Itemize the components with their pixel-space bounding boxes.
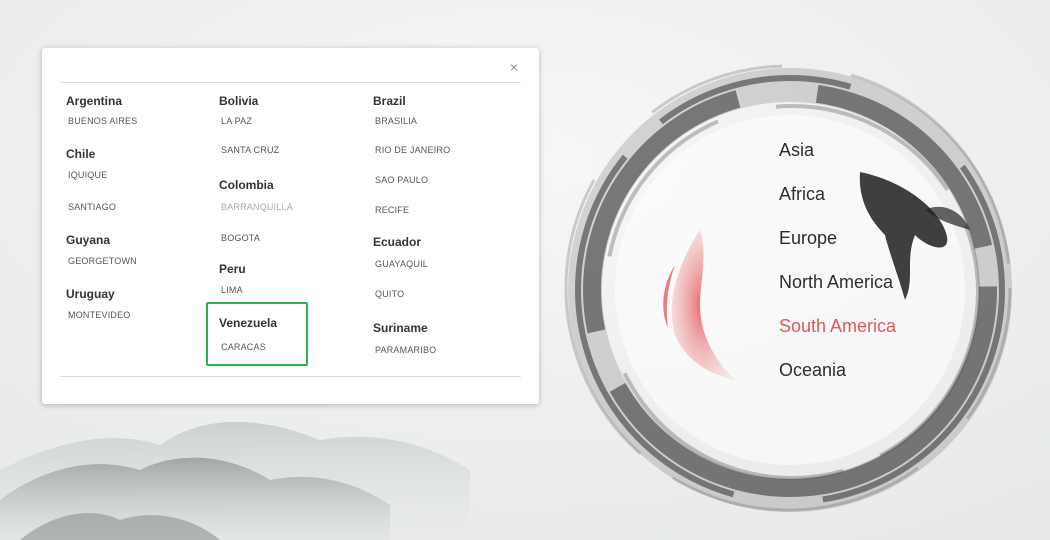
country-ecuador: Ecuador <box>373 235 422 249</box>
city-quito[interactable]: QUITO <box>375 289 404 299</box>
country-chile: Chile <box>66 147 96 161</box>
city-buenos-aires[interactable]: BUENOS AIRES <box>68 116 137 126</box>
country-suriname: Suriname <box>373 321 428 335</box>
city-caracas[interactable]: CARACAS <box>221 342 266 352</box>
selected-city-highlight <box>206 302 308 366</box>
close-button[interactable]: × <box>507 60 521 74</box>
country-uruguay: Uruguay <box>66 287 115 301</box>
country-peru: Peru <box>219 262 246 276</box>
divider <box>60 82 521 83</box>
continent-africa[interactable]: Africa <box>779 184 825 205</box>
city-georgetown[interactable]: GEORGETOWN <box>68 256 137 266</box>
continent-asia[interactable]: Asia <box>779 140 814 161</box>
country-guyana: Guyana <box>66 233 111 247</box>
city-bogota[interactable]: BOGOTA <box>221 233 260 243</box>
continent-north-america[interactable]: North America <box>779 272 893 293</box>
country-colombia: Colombia <box>219 178 274 192</box>
continent-europe[interactable]: Europe <box>779 228 837 249</box>
city-montevideo[interactable]: MONTEVIDEO <box>68 310 131 320</box>
city-santa-cruz[interactable]: SANTA CRUZ <box>221 145 279 155</box>
city-paramaribo[interactable]: PARAMARIBO <box>375 345 436 355</box>
city-la-paz[interactable]: LA PAZ <box>221 116 252 126</box>
city-sao-paulo[interactable]: SAO PAULO <box>375 175 428 185</box>
stage: Asia Africa Europe North America South A… <box>0 0 1050 540</box>
city-brasilia[interactable]: BRASILIA <box>375 116 417 126</box>
country-bolivia: Bolivia <box>219 94 259 108</box>
city-rio-de-janeiro[interactable]: RIO DE JANEIRO <box>375 145 450 155</box>
country-argentina: Argentina <box>66 94 123 108</box>
city-selector-panel: × Argentina BUENOS AIRES Chile IQUIQUE S… <box>42 48 539 404</box>
continent-oceania[interactable]: Oceania <box>779 360 846 381</box>
country-brazil: Brazil <box>373 94 406 108</box>
continent-south-america[interactable]: South America <box>779 316 896 337</box>
city-guayaquil[interactable]: GUAYAQUIL <box>375 259 428 269</box>
country-venezuela: Venezuela <box>219 316 278 330</box>
city-barranquilla[interactable]: BARRANQUILLA <box>221 202 293 212</box>
city-iquique[interactable]: IQUIQUE <box>68 170 107 180</box>
divider <box>60 376 521 377</box>
city-recife[interactable]: RECIFE <box>375 205 409 215</box>
city-lima[interactable]: LIMA <box>221 285 243 295</box>
city-santiago[interactable]: SANTIAGO <box>68 202 116 212</box>
